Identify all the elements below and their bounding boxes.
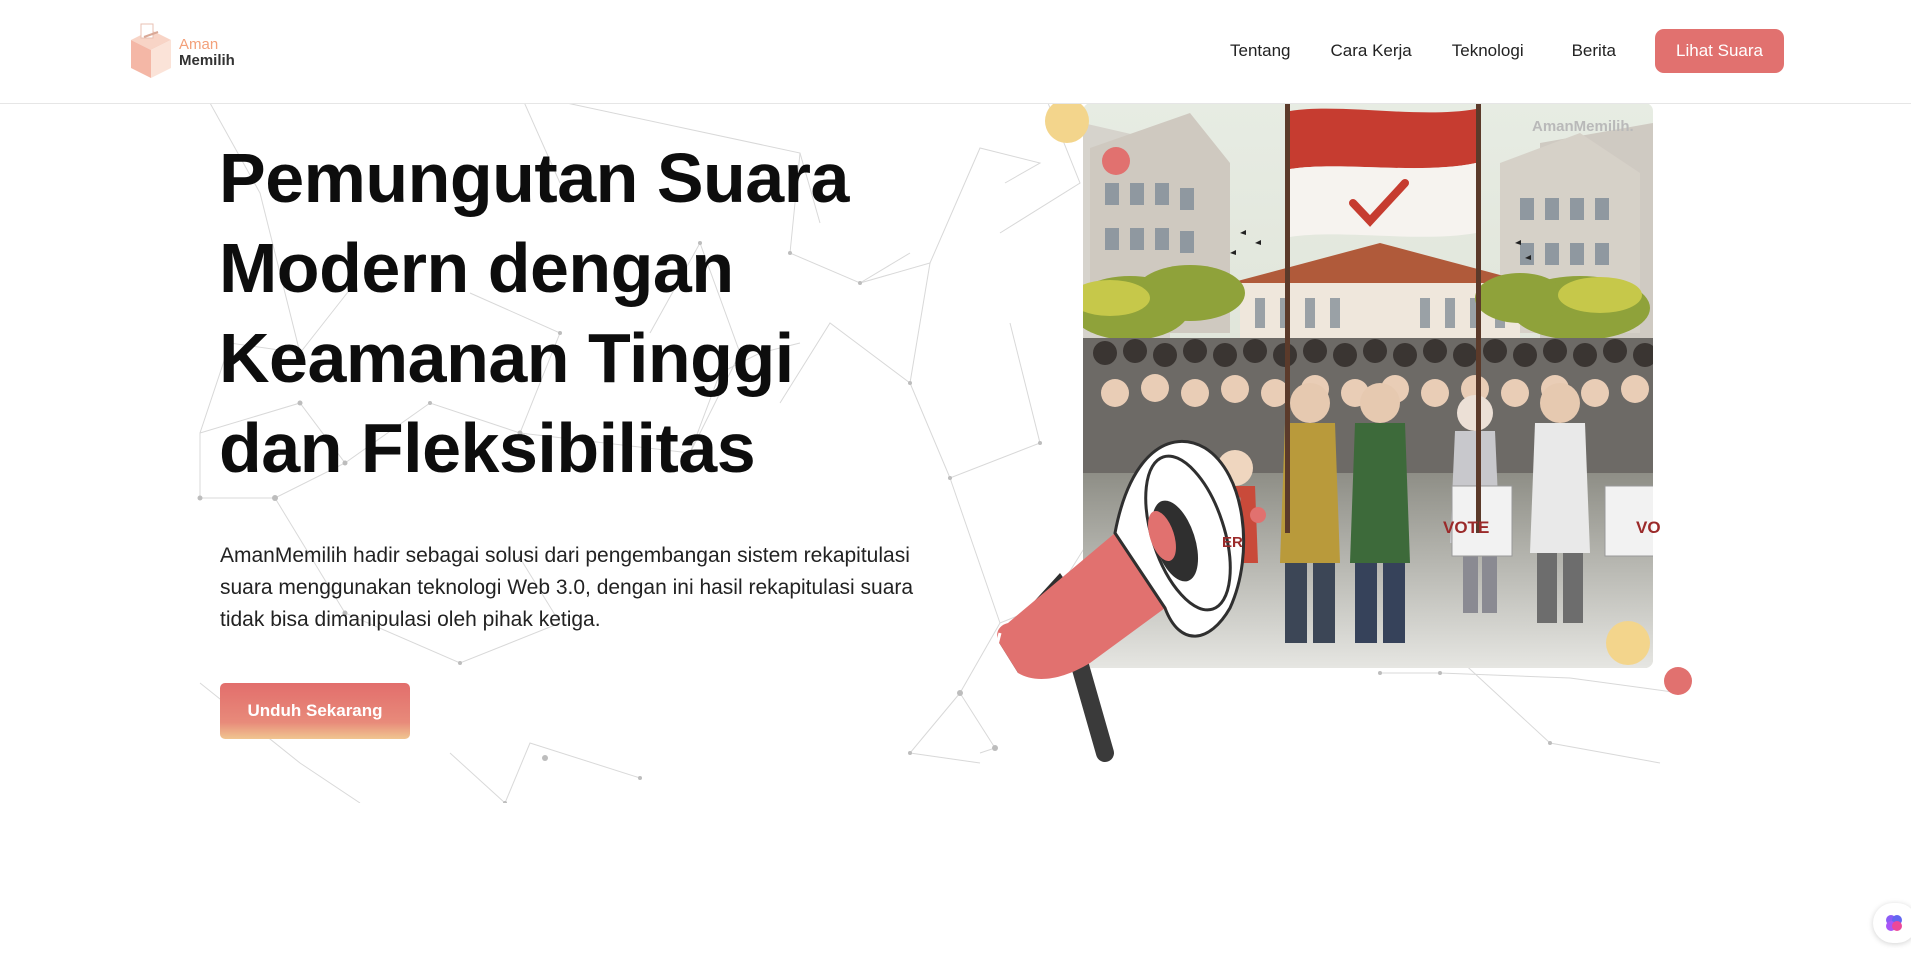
nav-link-tentang[interactable]: Tentang [1230,41,1291,61]
ballot-box-icon [131,23,171,78]
brand-name-line2: Memilih [179,52,235,69]
download-button[interactable]: Unduh Sekarang [220,683,410,739]
floating-assistant-button[interactable] [1873,903,1911,943]
brain-icon [1886,915,1902,931]
red-dot [1664,667,1692,695]
hero-illustration [993,103,1692,762]
brand-name-line1: Aman [179,36,219,53]
red-dot [1250,507,1266,523]
vote-sign-text: VOTE [1443,518,1490,537]
illustration-watermark: AmanMemilih. [1532,118,1634,135]
red-dot [1102,147,1130,175]
vote-sign-text-partial: VO [1636,518,1661,537]
main-nav: Tentang Cara Kerja Teknologi Berita [1230,29,1656,73]
navbar: Aman Memilih Tentang Cara Kerja Teknolog… [0,0,1911,104]
nav-link-cara-kerja[interactable]: Cara Kerja [1331,41,1412,61]
lihat-suara-button[interactable]: Lihat Suara [1655,29,1784,73]
yellow-dot [1045,103,1089,143]
yellow-dot [1606,621,1650,665]
brand-name: Aman Memilih [179,37,235,69]
voter-sign-text-partial: ER [1222,534,1243,551]
hero-description: AmanMemilih hadir sebagai solusi dari pe… [220,544,914,631]
hero-title: Pemungutan Suara Modern dengan Keamanan … [219,139,849,487]
nav-link-teknologi[interactable]: Teknologi [1452,41,1524,61]
brand-logo[interactable]: Aman Memilih [127,22,247,82]
nav-link-berita[interactable]: Berita [1572,41,1616,61]
